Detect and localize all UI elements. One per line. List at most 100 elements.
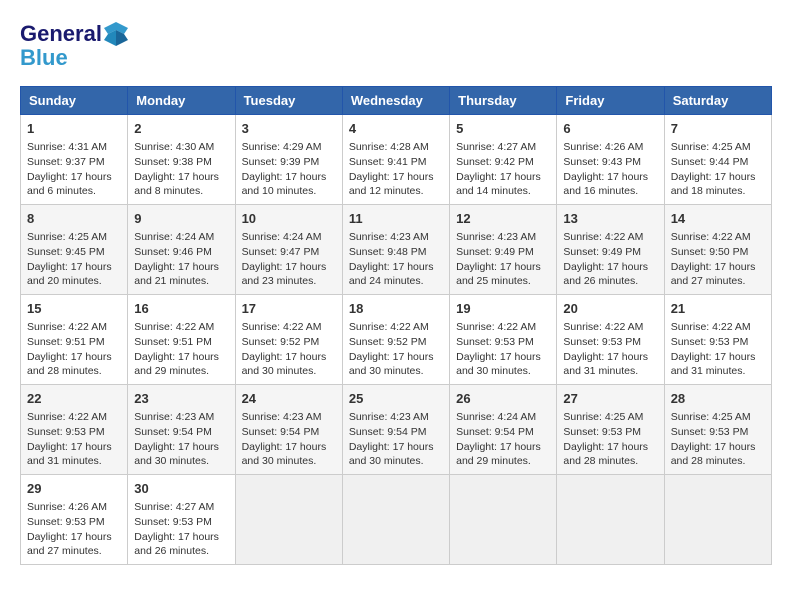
day-info: Sunset: 9:49 PM [456, 245, 550, 260]
day-info: and 31 minutes. [671, 364, 765, 379]
day-info: Sunset: 9:54 PM [456, 425, 550, 440]
day-info: Sunset: 9:46 PM [134, 245, 228, 260]
calendar-cell: 15Sunrise: 4:22 AMSunset: 9:51 PMDayligh… [21, 295, 128, 385]
day-info: Sunrise: 4:31 AM [27, 140, 121, 155]
day-info: Sunrise: 4:23 AM [456, 230, 550, 245]
logo: General Blue [20, 20, 130, 70]
day-info: Sunrise: 4:28 AM [349, 140, 443, 155]
calendar-cell [450, 474, 557, 564]
calendar-cell: 23Sunrise: 4:23 AMSunset: 9:54 PMDayligh… [128, 385, 235, 475]
day-info: and 18 minutes. [671, 184, 765, 199]
day-info: Daylight: 17 hours [27, 170, 121, 185]
day-number: 17 [242, 300, 336, 318]
day-number: 18 [349, 300, 443, 318]
day-number: 12 [456, 210, 550, 228]
day-info: Sunset: 9:44 PM [671, 155, 765, 170]
calendar-cell: 13Sunrise: 4:22 AMSunset: 9:49 PMDayligh… [557, 205, 664, 295]
calendar-cell: 22Sunrise: 4:22 AMSunset: 9:53 PMDayligh… [21, 385, 128, 475]
day-info: Sunset: 9:53 PM [563, 425, 657, 440]
day-info: Sunrise: 4:26 AM [563, 140, 657, 155]
day-info: and 6 minutes. [27, 184, 121, 199]
day-number: 5 [456, 120, 550, 138]
day-info: Sunrise: 4:27 AM [134, 500, 228, 515]
day-info: Sunrise: 4:24 AM [242, 230, 336, 245]
day-info: and 12 minutes. [349, 184, 443, 199]
day-info: and 29 minutes. [456, 454, 550, 469]
day-info: Sunrise: 4:22 AM [349, 320, 443, 335]
day-info: Sunrise: 4:22 AM [671, 320, 765, 335]
day-number: 3 [242, 120, 336, 138]
calendar-cell: 29Sunrise: 4:26 AMSunset: 9:53 PMDayligh… [21, 474, 128, 564]
day-info: Daylight: 17 hours [456, 350, 550, 365]
day-info: Sunrise: 4:22 AM [563, 230, 657, 245]
day-info: Daylight: 17 hours [456, 260, 550, 275]
day-info: and 26 minutes. [134, 544, 228, 559]
day-info: Daylight: 17 hours [671, 170, 765, 185]
day-number: 10 [242, 210, 336, 228]
day-info: Sunrise: 4:23 AM [349, 410, 443, 425]
calendar-cell [235, 474, 342, 564]
day-info: and 31 minutes. [563, 364, 657, 379]
calendar-cell: 30Sunrise: 4:27 AMSunset: 9:53 PMDayligh… [128, 474, 235, 564]
day-info: Sunset: 9:37 PM [27, 155, 121, 170]
day-info: Daylight: 17 hours [456, 440, 550, 455]
calendar-cell: 19Sunrise: 4:22 AMSunset: 9:53 PMDayligh… [450, 295, 557, 385]
day-info: Sunrise: 4:23 AM [134, 410, 228, 425]
day-info: Sunset: 9:53 PM [671, 335, 765, 350]
day-info: Sunset: 9:53 PM [134, 515, 228, 530]
day-number: 14 [671, 210, 765, 228]
day-info: Sunset: 9:39 PM [242, 155, 336, 170]
day-info: Sunrise: 4:23 AM [349, 230, 443, 245]
day-info: Daylight: 17 hours [563, 170, 657, 185]
day-info: Daylight: 17 hours [27, 530, 121, 545]
day-number: 11 [349, 210, 443, 228]
day-info: Sunrise: 4:25 AM [671, 410, 765, 425]
header-friday: Friday [557, 87, 664, 115]
day-info: Sunset: 9:49 PM [563, 245, 657, 260]
day-info: Daylight: 17 hours [27, 440, 121, 455]
day-info: and 16 minutes. [563, 184, 657, 199]
day-info: and 14 minutes. [456, 184, 550, 199]
day-number: 22 [27, 390, 121, 408]
calendar-cell: 25Sunrise: 4:23 AMSunset: 9:54 PMDayligh… [342, 385, 449, 475]
day-info: Daylight: 17 hours [671, 350, 765, 365]
calendar-cell: 5Sunrise: 4:27 AMSunset: 9:42 PMDaylight… [450, 115, 557, 205]
day-info: Sunset: 9:52 PM [242, 335, 336, 350]
day-info: Sunrise: 4:22 AM [456, 320, 550, 335]
day-info: and 28 minutes. [27, 364, 121, 379]
day-number: 19 [456, 300, 550, 318]
day-info: Sunset: 9:41 PM [349, 155, 443, 170]
calendar-cell: 21Sunrise: 4:22 AMSunset: 9:53 PMDayligh… [664, 295, 771, 385]
day-number: 20 [563, 300, 657, 318]
logo-blue: Blue [20, 46, 130, 70]
day-info: Daylight: 17 hours [27, 350, 121, 365]
day-info: Sunset: 9:43 PM [563, 155, 657, 170]
day-info: Sunset: 9:53 PM [563, 335, 657, 350]
header-saturday: Saturday [664, 87, 771, 115]
calendar-week-4: 22Sunrise: 4:22 AMSunset: 9:53 PMDayligh… [21, 385, 772, 475]
day-info: Daylight: 17 hours [134, 530, 228, 545]
day-info: Daylight: 17 hours [134, 440, 228, 455]
calendar-cell: 26Sunrise: 4:24 AMSunset: 9:54 PMDayligh… [450, 385, 557, 475]
day-info: and 30 minutes. [242, 364, 336, 379]
day-info: Sunrise: 4:25 AM [27, 230, 121, 245]
day-number: 25 [349, 390, 443, 408]
day-info: Sunset: 9:52 PM [349, 335, 443, 350]
day-info: Daylight: 17 hours [349, 350, 443, 365]
calendar-header-row: SundayMondayTuesdayWednesdayThursdayFrid… [21, 87, 772, 115]
day-number: 15 [27, 300, 121, 318]
calendar-cell: 24Sunrise: 4:23 AMSunset: 9:54 PMDayligh… [235, 385, 342, 475]
day-info: Sunrise: 4:24 AM [134, 230, 228, 245]
day-info: and 10 minutes. [242, 184, 336, 199]
day-number: 2 [134, 120, 228, 138]
header-sunday: Sunday [21, 87, 128, 115]
day-info: Sunset: 9:50 PM [671, 245, 765, 260]
logo-general: General [20, 22, 102, 46]
day-info: and 20 minutes. [27, 274, 121, 289]
day-number: 28 [671, 390, 765, 408]
day-info: Daylight: 17 hours [27, 260, 121, 275]
day-number: 1 [27, 120, 121, 138]
calendar-cell: 10Sunrise: 4:24 AMSunset: 9:47 PMDayligh… [235, 205, 342, 295]
day-info: Daylight: 17 hours [671, 260, 765, 275]
header-monday: Monday [128, 87, 235, 115]
